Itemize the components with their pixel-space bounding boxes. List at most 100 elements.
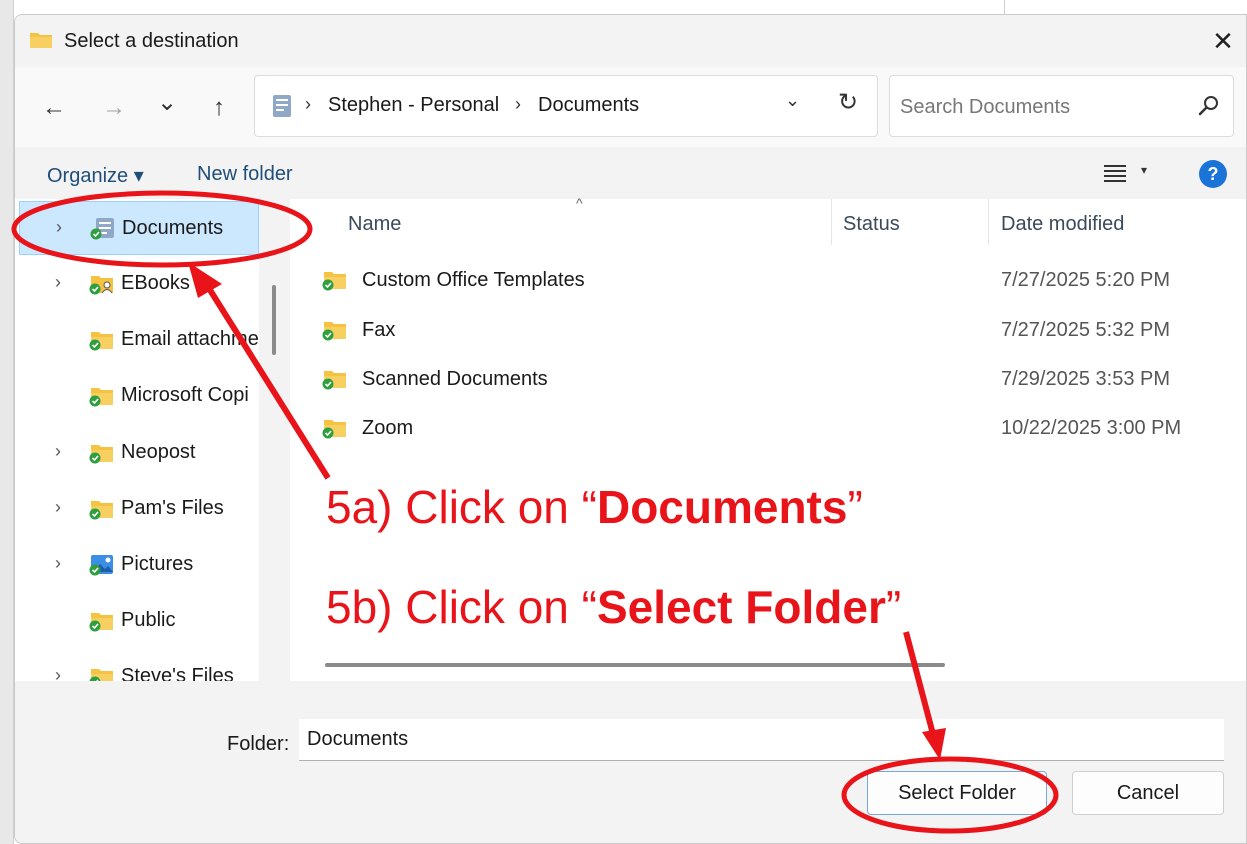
help-glyph: ? xyxy=(1207,163,1219,184)
navigation-pane: › Documents › EBooks Email attachme Micr… xyxy=(15,199,259,681)
sidebar-item-email-attachments[interactable]: Email attachme xyxy=(19,313,259,367)
address-bar[interactable]: › Stephen - Personal › Documents ⌄ ↻ xyxy=(254,75,878,137)
instruction-step-b-suffix: ” xyxy=(885,581,902,633)
refresh-icon[interactable]: ↻ xyxy=(838,88,858,117)
sidebar-item-label: Steve's Files xyxy=(121,665,234,681)
view-dropdown-icon[interactable]: ▾ xyxy=(1141,163,1147,177)
file-row[interactable]: Scanned Documents 7/29/2025 3:53 PM xyxy=(310,356,1240,402)
folder-icon xyxy=(89,501,113,520)
sidebar-item-label: Microsoft Copi xyxy=(121,384,249,406)
folder-icon xyxy=(89,445,113,464)
dialog-title: Select a destination xyxy=(64,30,239,52)
sidebar-item-pictures[interactable]: › Pictures xyxy=(19,538,259,592)
instruction-step-a: 5a) Click on “Documents” xyxy=(326,480,863,534)
forward-button[interactable]: → xyxy=(97,93,131,123)
file-name: Custom Office Templates xyxy=(362,269,585,291)
column-divider[interactable] xyxy=(831,199,832,245)
chevron-right-icon[interactable]: › xyxy=(56,217,62,238)
back-arrow-icon: ← xyxy=(42,94,66,121)
chevron-right-icon[interactable]: › xyxy=(55,665,61,681)
folder-icon xyxy=(322,272,346,291)
command-bar: Organize ▾ New folder ▾ ? xyxy=(15,147,1246,199)
instruction-step-a-suffix: ” xyxy=(847,481,863,533)
search-icon[interactable] xyxy=(1197,94,1221,118)
sidebar-item-label: Email attachme xyxy=(121,328,259,350)
pictures-icon xyxy=(89,555,113,576)
up-button[interactable]: ↑ xyxy=(202,93,236,123)
background-window-edge xyxy=(0,0,14,844)
chevron-down-icon: ⌄ xyxy=(156,88,178,116)
folder-icon xyxy=(30,33,52,48)
select-folder-button[interactable]: Select Folder xyxy=(867,771,1047,815)
view-options-icon[interactable] xyxy=(1104,163,1126,183)
help-icon[interactable]: ? xyxy=(1199,160,1227,188)
file-date: 7/27/2025 5:32 PM xyxy=(1001,319,1171,341)
folder-icon xyxy=(89,613,113,632)
new-folder-button[interactable]: New folder xyxy=(197,163,293,186)
instruction-step-b: 5b) Click on “Select Folder” xyxy=(326,580,901,634)
file-name: Zoom xyxy=(362,417,414,439)
sidebar-item-public[interactable]: Public xyxy=(19,594,259,648)
background-window-top xyxy=(0,0,1247,12)
file-row[interactable]: Zoom 10/22/2025 3:00 PM xyxy=(310,405,1240,451)
instruction-step-a-prefix: 5a) Click on “ xyxy=(326,481,597,533)
breadcrumb-separator: › xyxy=(305,94,311,114)
sidebar-item-microsoft-copilot[interactable]: Microsoft Copi xyxy=(19,369,259,423)
shared-folder-icon xyxy=(89,276,113,295)
close-icon: ✕ xyxy=(1212,25,1234,56)
file-row[interactable]: Custom Office Templates 7/27/2025 5:20 P… xyxy=(310,257,1240,303)
column-divider[interactable] xyxy=(988,199,989,245)
navigation-bar: ← → ⌄ ↑ › Stephen - Personal › Documents… xyxy=(15,67,1246,147)
sidebar-item-label: Pictures xyxy=(121,553,194,575)
cancel-button[interactable]: Cancel xyxy=(1072,771,1224,815)
search-box xyxy=(889,75,1234,137)
file-row[interactable]: Fax 7/27/2025 5:32 PM xyxy=(310,307,1240,353)
sidebar-item-neopost[interactable]: › Neopost xyxy=(19,426,259,480)
folder-icon xyxy=(322,420,346,439)
breadcrumb-documents[interactable]: Documents xyxy=(538,94,639,117)
file-date: 7/29/2025 3:53 PM xyxy=(1001,368,1171,390)
file-name: Scanned Documents xyxy=(362,368,548,390)
back-button[interactable]: ← xyxy=(37,93,71,123)
horizontal-scrollbar[interactable] xyxy=(325,663,945,667)
column-header-date-modified[interactable]: Date modified xyxy=(1001,213,1124,236)
breadcrumb-separator: › xyxy=(515,94,521,114)
sidebar-item-ebooks[interactable]: › EBooks xyxy=(19,257,259,311)
documents-icon xyxy=(90,218,114,240)
folder-icon xyxy=(322,322,346,341)
select-destination-dialog: Select a destination ✕ ← → ⌄ ↑ › Stephen… xyxy=(14,14,1247,844)
instruction-step-b-target: Select Folder xyxy=(596,581,886,633)
dialog-footer xyxy=(15,681,1246,843)
chevron-right-icon[interactable]: › xyxy=(55,441,61,462)
column-header-status[interactable]: Status xyxy=(843,213,900,236)
sidebar-item-label: Pam's Files xyxy=(121,497,224,519)
close-button[interactable]: ✕ xyxy=(1200,15,1246,67)
instruction-step-b-prefix: 5b) Click on “ xyxy=(326,581,597,633)
navigation-pane-scrollbar[interactable] xyxy=(272,285,276,355)
breadcrumb-stephen-personal[interactable]: Stephen - Personal xyxy=(328,94,499,117)
address-dropdown-icon[interactable]: ⌄ xyxy=(785,90,800,111)
up-arrow-icon: ↑ xyxy=(213,94,225,121)
forward-arrow-icon: → xyxy=(102,94,126,121)
sidebar-item-pams-files[interactable]: › Pam's Files xyxy=(19,482,259,536)
folder-label: Folder: xyxy=(227,733,290,755)
sidebar-item-steves-files[interactable]: › Steve's Files xyxy=(19,650,259,681)
sort-ascending-icon: ^ xyxy=(576,195,583,211)
sidebar-item-label: Neopost xyxy=(121,441,196,463)
folder-name-input[interactable] xyxy=(299,719,1224,761)
sidebar-item-documents[interactable]: › Documents xyxy=(19,201,259,255)
column-header-name[interactable]: Name xyxy=(348,213,401,236)
chevron-right-icon[interactable]: › xyxy=(55,272,61,293)
file-date: 10/22/2025 3:00 PM xyxy=(1001,417,1182,439)
chevron-right-icon[interactable]: › xyxy=(55,553,61,574)
chevron-right-icon[interactable]: › xyxy=(55,497,61,518)
folder-icon xyxy=(322,371,346,390)
organize-button[interactable]: Organize ▾ xyxy=(47,163,144,188)
file-name: Fax xyxy=(362,319,396,341)
background-divider xyxy=(1004,0,1005,14)
file-date: 7/27/2025 5:20 PM xyxy=(1001,269,1171,291)
recent-locations-button[interactable]: ⌄ xyxy=(150,87,184,117)
search-input[interactable] xyxy=(900,94,1190,120)
sidebar-item-label: Documents xyxy=(122,217,224,239)
folder-icon xyxy=(89,669,113,681)
